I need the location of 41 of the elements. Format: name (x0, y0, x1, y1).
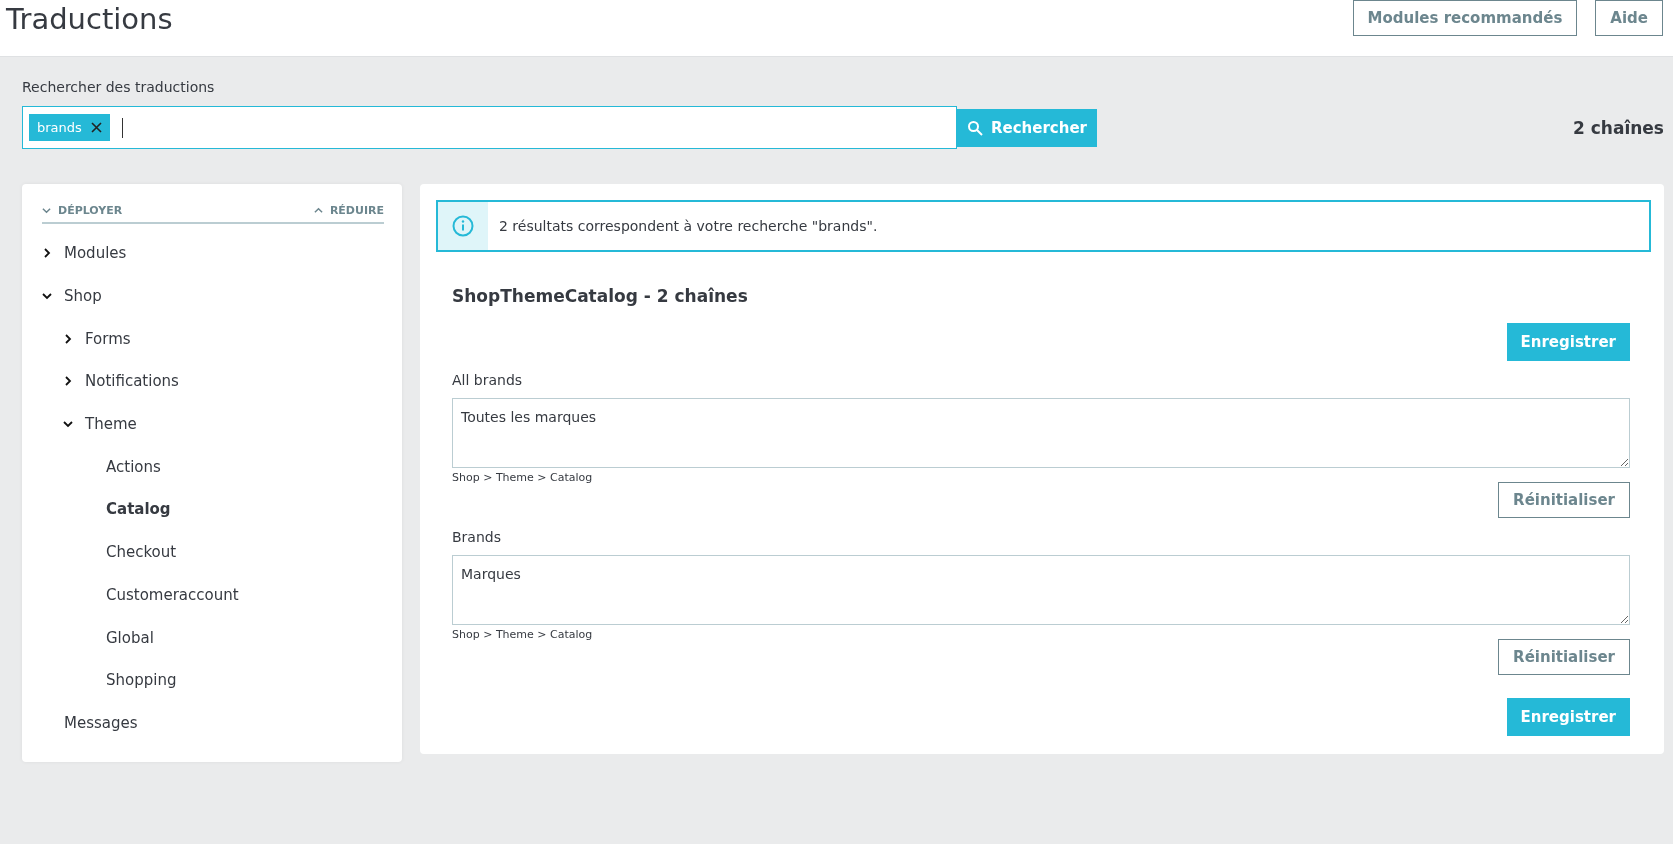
text-cursor (121, 117, 123, 138)
expand-all-button[interactable]: DÉPLOYER (42, 204, 123, 217)
domain-title: ShopThemeCatalog - 2 chaînes (452, 286, 749, 306)
chevron-down-icon (42, 206, 51, 215)
tree-item[interactable]: Actions (106, 457, 161, 476)
source-text: Brands (452, 529, 501, 545)
search-label: Rechercher des traductions (22, 79, 215, 95)
tree-item[interactable]: Global (106, 628, 154, 647)
search-tag: brands (29, 114, 110, 141)
page-title: Traductions (6, 2, 173, 36)
tree-item[interactable]: Forms (85, 329, 131, 348)
info-message: 2 résultats correspondent à votre recherche "brands". (499, 218, 878, 234)
tree-item[interactable]: Messages (64, 713, 138, 732)
chevron-right-icon[interactable] (63, 333, 73, 344)
header-button[interactable]: Modules recommandés (1352, 0, 1578, 36)
chevron-right-icon[interactable] (63, 376, 73, 387)
tree-item[interactable]: Modules (64, 244, 127, 263)
reset-button[interactable]: Réinitialiser (1498, 639, 1630, 675)
tree-item[interactable]: Customeraccount (106, 585, 239, 604)
tree-item[interactable]: Checkout (106, 543, 177, 562)
chevron-right-icon[interactable] (42, 248, 52, 259)
chevron-down-icon[interactable] (42, 291, 52, 302)
collapse-all-button[interactable]: RÉDUIRE (313, 204, 384, 217)
breadcrumb-path: Shop > Theme > Catalog (452, 471, 593, 484)
tree-item[interactable]: Shopping (106, 671, 177, 690)
tree-item[interactable]: Notifications (85, 372, 179, 391)
tree-item[interactable]: Theme (85, 415, 137, 434)
search-icon (967, 119, 983, 136)
header-button[interactable]: Aide (1595, 0, 1663, 36)
reset-button[interactable]: Réinitialiser (1498, 482, 1630, 518)
translation-field[interactable]: Marques (452, 555, 1630, 625)
tree-item[interactable]: Shop (64, 287, 102, 306)
chevron-down-icon[interactable] (63, 419, 73, 430)
breadcrumb-path: Shop > Theme > Catalog (452, 628, 593, 641)
close-icon[interactable] (90, 122, 102, 133)
info-icon (452, 215, 474, 237)
tree-item[interactable]: Catalog (106, 500, 171, 519)
chevron-up-icon (313, 206, 323, 215)
translation-field[interactable]: Toutes les marques (452, 398, 1630, 468)
source-text: All brands (452, 372, 523, 388)
result-count: 2 chaînes (1573, 117, 1664, 138)
